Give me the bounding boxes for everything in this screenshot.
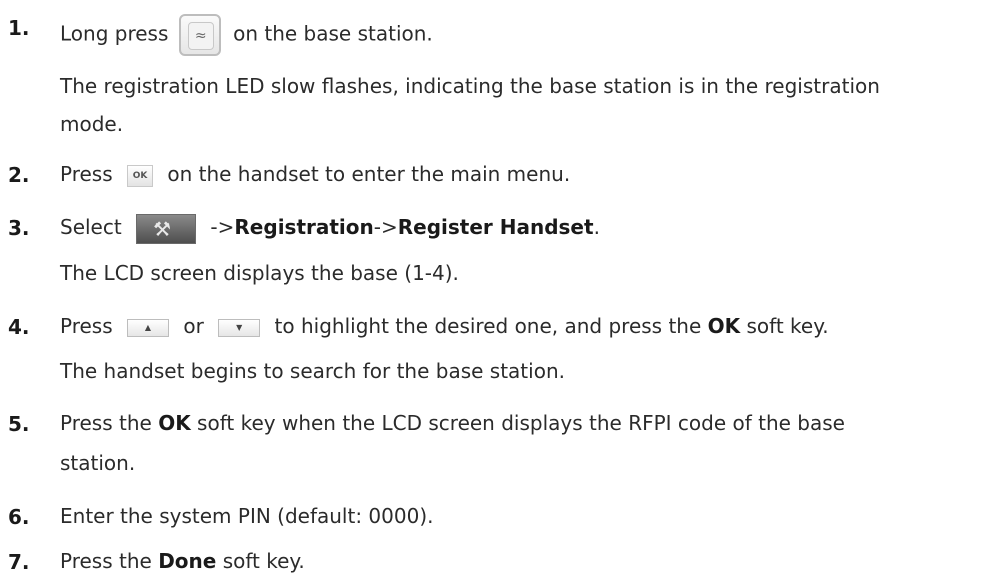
step-text: Long press ≈ on the base station. [60,14,433,56]
navigation-down-key-icon: ▼ [218,318,261,337]
step-text: Press the Done soft key. [60,549,305,573]
step-text: Select ⚒ ->Registration->Register Handse… [60,213,600,244]
step-4-description: The handset begins to search for the bas… [60,359,565,383]
step-number: 1. [8,16,30,40]
navigation-up-key-icon: ▲ [127,318,169,337]
step-text: Press the OK soft key when the LCD scree… [60,411,845,435]
step-3-description: The LCD screen displays the base (1-4). [60,261,459,285]
step-text: Press ▲ or ▼ to highlight the desired on… [60,314,829,338]
step-text: Press OK on the handset to enter the mai… [60,162,571,187]
registration-button-icon: ≈ [178,14,221,56]
ok-key-icon: OK [127,164,153,187]
settings-menu-icon: ⚒ [136,213,197,244]
step-text: Enter the system PIN (default: 0000). [60,504,434,528]
